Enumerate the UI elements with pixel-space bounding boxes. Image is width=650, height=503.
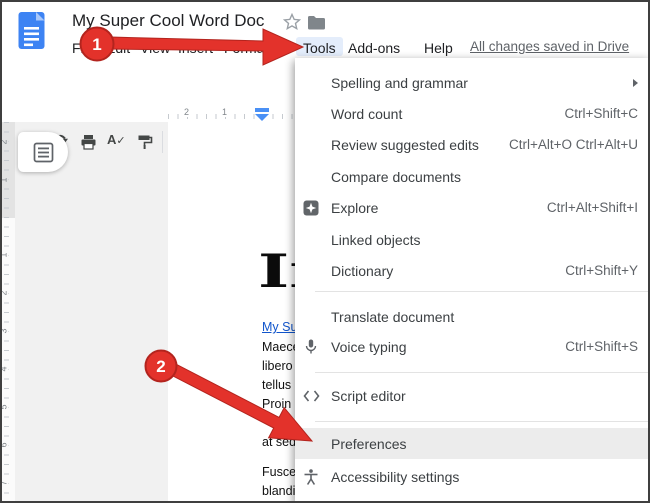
menubar-insert[interactable]: Insert [178,39,213,58]
star-icon[interactable] [282,12,302,36]
ruler-number: 3 [0,328,9,334]
header: My Super Cool Word Doc File Edit View In… [0,0,650,58]
menu-item-accessibility-settings[interactable]: Accessibility settings [295,461,650,492]
menu-item-review-suggested-edits[interactable]: Review suggested edits Ctrl+Alt+O Ctrl+A… [295,129,650,160]
tools-menu-dropdown: Spelling and grammar Word count Ctrl+Shi… [295,58,650,503]
document-paragraph: Maece libero tellus Proin at sed [262,340,300,449]
ruler-number: 2 [0,139,9,145]
ruler-number: 7 [0,480,9,486]
ruler-number: 2 [182,107,192,117]
ruler-margin-band [0,122,15,218]
shortcut-label: Ctrl+Shift+C [564,106,638,121]
menu-item-spelling-and-grammar[interactable]: Spelling and grammar [295,67,650,98]
google-docs-logo-icon[interactable] [17,11,47,56]
spellcheck-icon[interactable]: A✓ [107,132,126,147]
menu-item-voice-typing[interactable]: Voice typing Ctrl+Shift+S [295,331,650,362]
paint-format-icon[interactable] [137,134,153,155]
menu-divider [315,421,650,422]
microphone-icon [303,338,319,355]
menu-item-translate-document[interactable]: Translate document [295,301,650,332]
ruler-number: 1 [220,107,230,117]
submenu-arrow-icon [633,78,638,87]
google-docs-window: My Super Cool Word Doc File Edit View In… [0,0,650,503]
show-outline-button[interactable] [18,132,68,172]
ruler-number: 4 [0,366,9,372]
ruler-number: 1 [0,252,9,258]
ruler-number: 5 [0,404,9,410]
code-icon [303,389,320,402]
menubar-help[interactable]: Help [424,39,453,58]
shortcut-label: Ctrl+Shift+S [565,339,638,354]
menubar-tools[interactable]: Tools [296,37,343,56]
ruler-number: 1 [0,177,9,183]
outline-icon [33,142,53,162]
menu-divider [315,372,650,373]
menu-item-preferences[interactable]: Preferences [295,428,650,459]
toolbar-divider [162,131,163,153]
menu-item-label: Spelling and grammar [331,74,468,91]
menubar-format[interactable]: Format [224,39,268,58]
save-status-link[interactable]: All changes saved in Drive [470,39,629,54]
menu-item-explore[interactable]: Explore Ctrl+Alt+Shift+I [295,192,650,223]
shortcut-label: Ctrl+Alt+Shift+I [546,200,638,215]
menu-item-compare-documents[interactable]: Compare documents [295,161,650,192]
menu-item-script-editor[interactable]: Script editor [295,380,650,411]
menu-item-dictionary[interactable]: Dictionary Ctrl+Shift+Y [295,255,650,286]
menu-divider [315,291,650,292]
menubar-view[interactable]: View [140,39,170,58]
print-icon[interactable] [80,134,97,155]
menu-item-word-count[interactable]: Word count Ctrl+Shift+C [295,98,650,129]
vertical-ruler: 2 1 1 2 3 4 5 6 7 [0,122,15,503]
menubar-add-ons[interactable]: Add-ons [348,39,400,58]
indent-marker[interactable] [254,106,270,123]
menubar-file[interactable]: File [72,39,95,58]
ruler-number: 6 [0,442,9,448]
explore-icon [303,200,319,216]
ruler-number: 2 [0,290,9,296]
menu-item-linked-objects[interactable]: Linked objects [295,224,650,255]
menubar-edit[interactable]: Edit [106,39,130,58]
document-link[interactable]: My Su [262,320,297,334]
document-title[interactable]: My Super Cool Word Doc [72,11,264,31]
document-paragraph: Fusce blandi [262,465,297,498]
shortcut-label: Ctrl+Shift+Y [565,263,638,278]
shortcut-label: Ctrl+Alt+O Ctrl+Alt+U [508,137,638,152]
move-folder-icon[interactable] [307,15,326,35]
accessibility-icon [303,468,319,485]
